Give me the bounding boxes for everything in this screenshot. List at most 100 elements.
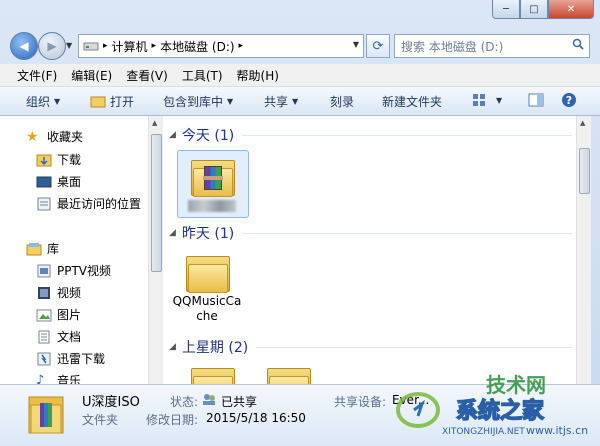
scroll-up-icon[interactable]: ▲ — [580, 119, 585, 127]
sidebar-favorites-label: 收藏夹 — [47, 130, 84, 144]
burn-button[interactable]: 刻录 — [330, 93, 354, 110]
sidebar-item-pictures[interactable]: 图片 — [36, 306, 81, 323]
scrollbar-thumb[interactable] — [579, 148, 590, 194]
folder-open-icon — [90, 96, 106, 108]
watermark-url: XITONGZHIJIA.NET — [442, 427, 525, 437]
back-button[interactable]: ◀ — [10, 32, 38, 60]
sidebar-item-label: 桌面 — [57, 175, 82, 189]
help-button[interactable]: ? — [561, 92, 577, 108]
open-button[interactable]: 打开 — [90, 93, 134, 110]
sidebar-item-downloads[interactable]: 下载 — [36, 151, 81, 168]
minimize-button[interactable]: ─ — [492, 0, 520, 19]
address-dropdown-icon[interactable]: ▼ — [353, 40, 359, 49]
menu-view[interactable]: 查看(V) — [126, 67, 168, 84]
menu-tools[interactable]: 工具(T) — [182, 67, 223, 84]
file-item-lastweek-2[interactable] — [253, 364, 323, 384]
recent-places-icon — [37, 197, 51, 210]
rar-folder-icon — [191, 156, 235, 197]
file-name: QQMusicCache — [172, 294, 242, 323]
details-status-value: 已共享 — [221, 395, 258, 409]
sidebar-item-label: 视频 — [57, 286, 82, 300]
organize-label: 组织 — [26, 95, 51, 109]
maximize-button[interactable]: □ — [520, 0, 548, 19]
share-button[interactable]: 共享 ▼ — [264, 93, 298, 110]
navigation-scrollbar[interactable]: ▲ — [148, 116, 163, 384]
include-library-button[interactable]: 包含到库中 ▼ — [163, 93, 233, 110]
help-icon: ? — [562, 93, 576, 107]
file-list: ◢ 今天 (1) ◢ 昨天 (1) QQMusicCache ◢ 上星期 (2) — [163, 116, 576, 384]
drive-icon — [83, 42, 99, 51]
sidebar-libraries-label: 库 — [47, 242, 60, 256]
group-header-today[interactable]: ◢ 今天 (1) — [163, 126, 576, 144]
sidebar-item-label: 最近访问的位置 — [57, 197, 142, 211]
sidebar-item-desktop[interactable]: 桌面 — [36, 173, 81, 190]
file-item-qqmusiccache[interactable]: QQMusicCache — [172, 252, 242, 324]
address-separator: ▸ — [238, 41, 244, 51]
menu-bar: 文件(F) 编辑(E) 查看(V) 工具(T) 帮助(H) — [0, 64, 600, 87]
details-type: 文件夹 — [82, 413, 119, 427]
sidebar-item-pptv[interactable]: PPTV视频 — [36, 262, 111, 279]
music-icon: ♪ — [36, 372, 45, 384]
breadcrumb-drive-d[interactable]: 本地磁盘 (D:) — [160, 38, 234, 55]
new-folder-button[interactable]: 新建文件夹 — [382, 93, 442, 110]
view-grid-icon — [473, 94, 485, 106]
search-placeholder: 搜索 本地磁盘 (D:) — [401, 39, 504, 54]
folder-icon — [191, 364, 235, 384]
collapse-chevron-icon[interactable]: ◢ — [169, 228, 176, 238]
file-list-scrollbar[interactable]: ▲ — [576, 116, 591, 384]
details-thumbnail — [28, 391, 64, 438]
share-label: 共享 — [264, 95, 289, 109]
sidebar-item-label: 下载 — [57, 153, 82, 167]
sidebar-item-videos[interactable]: 视频 — [36, 284, 81, 301]
group-divider — [256, 346, 572, 348]
view-options-button[interactable]: ▼ — [472, 93, 502, 107]
group-title: 今天 (1) — [181, 128, 235, 144]
address-row: ◀ ▶ ▼ ▸ 计算机 ▸ 本地磁盘 (D:) ▸ ▼ ⟳ 搜索 本地磁盘 (D… — [0, 26, 600, 64]
breadcrumb-computer[interactable]: 计算机 — [112, 38, 148, 55]
group-header-last-week[interactable]: ◢ 上星期 (2) — [163, 338, 576, 356]
pptv-library-icon — [37, 264, 51, 277]
forward-button[interactable]: ▶ — [38, 32, 66, 60]
navigation-pane: ★ 收藏夹 下载 桌面 最近访问的位置 库 PPTV视频 视频 图片 文档 迅雷… — [0, 116, 149, 384]
sidebar-libraries[interactable]: 库 — [26, 240, 59, 257]
sidebar-item-label: PPTV视频 — [57, 264, 112, 278]
open-label: 打开 — [110, 95, 135, 109]
menu-help[interactable]: 帮助(H) — [237, 67, 279, 84]
explorer-window: ─ □ ✕ ◀ ▶ ▼ ▸ 计算机 ▸ 本地磁盘 (D:) ▸ ▼ ⟳ 搜索 本… — [0, 0, 600, 446]
file-item-udeepiso[interactable] — [177, 156, 247, 212]
close-button[interactable]: ✕ — [548, 0, 594, 19]
sidebar-item-music[interactable]: ♪ 音乐 — [36, 372, 81, 384]
group-divider — [242, 134, 572, 136]
scroll-up-icon[interactable]: ▲ — [152, 119, 157, 127]
chevron-down-icon: ▼ — [292, 97, 299, 106]
watermark-site: 技术网 — [486, 373, 546, 397]
scrollbar-thumb[interactable] — [151, 134, 162, 272]
downloads-folder-icon — [36, 154, 52, 166]
group-title: 昨天 (1) — [181, 226, 235, 242]
collapse-chevron-icon[interactable]: ◢ — [169, 130, 176, 140]
details-status-label: 状态: — [170, 395, 199, 409]
refresh-button[interactable]: ⟳ — [366, 34, 390, 58]
chevron-down-icon: ▼ — [54, 97, 61, 106]
search-input[interactable]: 搜索 本地磁盘 (D:) — [394, 34, 590, 58]
menu-file[interactable]: 文件(F) — [17, 67, 57, 84]
library-icon — [26, 242, 42, 255]
blurred-filename — [188, 200, 236, 212]
preview-pane-icon — [528, 93, 544, 107]
history-dropdown-icon[interactable]: ▼ — [66, 41, 72, 50]
desktop-icon — [36, 176, 52, 187]
collapse-chevron-icon[interactable]: ◢ — [169, 342, 176, 352]
group-title: 上星期 (2) — [181, 340, 249, 356]
search-icon[interactable] — [572, 38, 584, 53]
sidebar-item-recent[interactable]: 最近访问的位置 — [36, 195, 141, 212]
folder-icon — [267, 364, 311, 384]
file-item-lastweek-1[interactable] — [177, 364, 247, 384]
preview-pane-button[interactable] — [528, 93, 544, 107]
organize-button[interactable]: 组织 ▼ — [26, 93, 60, 110]
sidebar-item-thunder-downloads[interactable]: 迅雷下载 — [36, 350, 105, 367]
sidebar-favorites[interactable]: ★ 收藏夹 — [26, 128, 83, 145]
address-bar[interactable]: ▸ 计算机 ▸ 本地磁盘 (D:) ▸ ▼ — [78, 34, 364, 58]
menu-edit[interactable]: 编辑(E) — [71, 67, 112, 84]
sidebar-item-documents[interactable]: 文档 — [36, 328, 81, 345]
group-header-yesterday[interactable]: ◢ 昨天 (1) — [163, 224, 576, 242]
